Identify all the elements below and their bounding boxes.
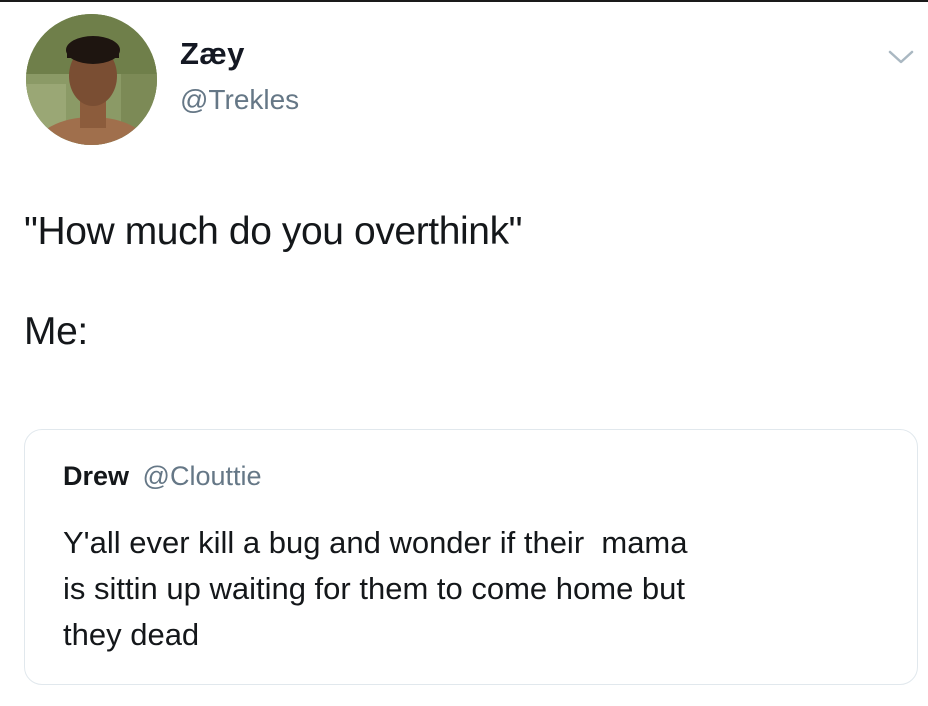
top-border	[0, 0, 928, 2]
quoted-author-name: Drew	[63, 461, 130, 491]
author-display-name[interactable]: Zæy	[180, 36, 245, 72]
quoted-author-handle: @Clouttie	[142, 461, 262, 491]
tweet-text-line: "How much do you overthink"	[24, 210, 523, 253]
author-handle[interactable]: @Trekles	[180, 84, 299, 116]
quoted-text-line: Y'all ever kill a bug and wonder if thei…	[63, 525, 688, 560]
quoted-tweet-header: Drew @Clouttie	[63, 460, 262, 492]
quoted-tweet-card[interactable]: Drew @Clouttie Y'all ever kill a bug and…	[24, 429, 918, 685]
tweet-text-line: Me:	[24, 310, 88, 353]
quoted-tweet-text: Y'all ever kill a bug and wonder if thei…	[63, 520, 903, 658]
avatar-photo-icon	[26, 14, 157, 145]
avatar[interactable]	[26, 14, 157, 145]
chevron-down-icon[interactable]	[886, 46, 916, 68]
quoted-text-line: they dead	[63, 617, 200, 652]
quoted-text-line: is sittin up waiting for them to come ho…	[63, 571, 686, 606]
